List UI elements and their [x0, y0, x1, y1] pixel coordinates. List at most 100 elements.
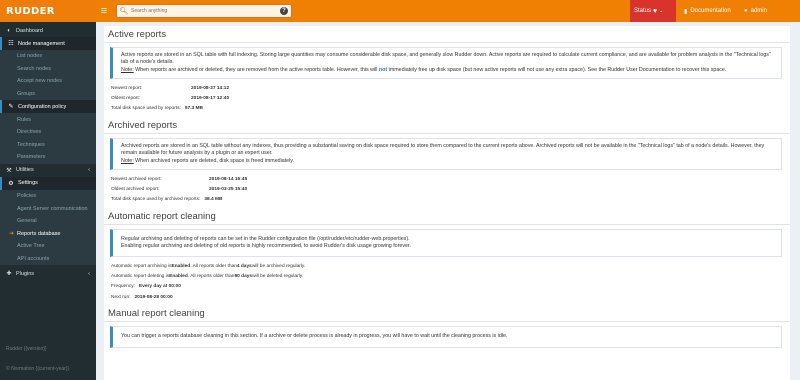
archived-disk-space-row: Total disk space used by archived report…: [104, 194, 790, 204]
archived-reports-info: Archived reports are stored in an SQL ta…: [110, 137, 782, 170]
note-emphasis: not: [378, 66, 388, 73]
puzzle-icon: ✚: [6, 271, 12, 278]
sidebar-subitem-active-tree[interactable]: Active Tree: [0, 240, 96, 253]
sidebar-subitem-groups[interactable]: Groups: [0, 87, 96, 101]
sidebar-item-configuration-policy[interactable]: ✎ Configuration policy: [0, 100, 96, 114]
sidebar-subitem-search-nodes[interactable]: Search nodes: [0, 62, 96, 76]
book-icon: ▮: [684, 8, 688, 15]
sidebar-subitem-policies[interactable]: Policies: [0, 189, 96, 203]
sidebar-item-label: Dashboard: [16, 27, 43, 34]
sidebar-subitem-directives[interactable]: Directives: [0, 125, 96, 139]
manual-cleaning-info: You can trigger a reports database clean…: [110, 326, 782, 348]
sidebar-subitem-general[interactable]: General: [0, 214, 96, 228]
frequency-row: Frequency: Every day at 00:00: [104, 282, 790, 292]
heartbeat-icon: ♥: [653, 7, 658, 15]
field-value: 38.4 MB: [204, 196, 223, 202]
next-run-row: Next run: 2019-08-28 00:00: [104, 292, 790, 302]
user-label: admin: [750, 8, 767, 14]
chevron-left-icon: ‹: [88, 270, 90, 277]
sidebar-item-utilities[interactable]: ⚒ Utilities ‹: [0, 164, 96, 177]
dashboard-icon: ◐: [7, 27, 11, 34]
automatic-cleaning-info: Regular archiving and deleting of report…: [110, 228, 782, 258]
note-text: immediately free up disk space (but new …: [387, 66, 727, 73]
sidebar-subitem-parameters[interactable]: Parameters: [0, 151, 96, 164]
recommendation-text: Enabling regular archiving and deleting …: [121, 242, 411, 249]
deleting-state: Enabled: [169, 274, 188, 280]
sidebar-footer-copyright: © Normation {{current-year}}: [6, 366, 70, 372]
field-value: 57.3 MB: [184, 106, 203, 112]
note-text: When reports are archived or deleted, th…: [133, 66, 379, 73]
active-reports-text: Active reports are stored in an SQL tabl…: [121, 52, 771, 66]
status-label: Status: [634, 8, 652, 14]
sidebar-subitem-list-nodes[interactable]: List nodes: [0, 50, 96, 63]
search-icon: 🔍︎: [119, 8, 129, 15]
active-reports-info: Active reports are stored in an SQL tabl…: [110, 47, 782, 80]
field-value: Every day at 00:00: [139, 284, 181, 290]
sidebar-subitem-techniques[interactable]: Techniques: [0, 138, 96, 152]
sidebar-item-dashboard[interactable]: ◐ Dashboard: [0, 24, 96, 37]
sidebar-subitem-reports-database[interactable]: ➜ Reports database: [0, 227, 96, 241]
deleting-days: 90 days: [234, 274, 253, 280]
note-label: Note:: [121, 157, 134, 164]
automatic-cleaning-title: Automatic report cleaning: [104, 208, 790, 225]
sidebar-item-node-management[interactable]: ☷ Node management: [0, 37, 96, 50]
field-label: Oldest report:: [111, 96, 141, 101]
sidebar-item-settings[interactable]: ⚙ Settings: [0, 176, 96, 190]
sidebar-subitem-rules[interactable]: Rules: [0, 113, 96, 126]
archiving-state: Enabled: [171, 263, 191, 269]
disk-space-row: Total disk space used by reports: 57.3 MB: [104, 104, 790, 114]
active-reports-title: Active reports: [104, 26, 790, 43]
documentation-link[interactable]: ▮ Documentation: [684, 0, 731, 22]
field-label: Oldest archived report:: [111, 186, 160, 192]
search-input[interactable]: [131, 5, 271, 17]
sidebar: ◐ Dashboard ☷ Node management List nodes…: [0, 22, 96, 380]
sidebar-item-label: Settings: [18, 180, 38, 187]
sidebar-item-plugins[interactable]: ✚ Plugins ‹: [0, 267, 96, 280]
sidebar-item-label: Configuration policy: [18, 103, 67, 110]
main-content: Active reports Active reports are stored…: [104, 26, 790, 380]
text: . All reports older than: [190, 263, 237, 269]
text: will be archived regularly.: [251, 263, 306, 269]
help-icon[interactable]: ?: [280, 7, 288, 15]
gear-icon: ⚙: [8, 180, 14, 187]
field-label: Total disk space used by archived report…: [111, 196, 201, 202]
top-navbar: RUDDER ≡ 🔍︎ ? Status ♥ ⌄ ▮ Documentation…: [0, 0, 800, 22]
field-value: 2019-08-27 14:12: [191, 85, 230, 91]
sidebar-toggle-icon[interactable]: ≡: [98, 5, 110, 17]
rudder-logo[interactable]: RUDDER: [0, 0, 96, 22]
search-box: 🔍︎ ?: [116, 4, 292, 18]
text: Automatic report deleting is: [111, 274, 170, 280]
sidebar-subitem-agent-server-communication[interactable]: Agent Server communication: [0, 202, 96, 215]
arrow-right-icon: ➜: [9, 231, 15, 238]
oldest-report-row: Oldest report: 2019-08-17 12:40: [104, 93, 790, 103]
sidebar-subitem-label: Reports database: [17, 230, 61, 237]
sidebar-subitem-api-accounts[interactable]: API accounts: [0, 252, 96, 266]
manual-cleaning-text: You can trigger a reports database clean…: [121, 333, 508, 340]
config-file-text: Regular archiving and deleting of report…: [121, 235, 410, 242]
field-label: Total disk space used by reports:: [111, 106, 181, 112]
archiving-days: 4 days: [236, 263, 252, 269]
field-value: 2019-03-25 15:40: [209, 186, 248, 192]
archived-reports-title: Archived reports: [104, 117, 790, 134]
field-value: 2019-08-28 00:00: [134, 294, 173, 300]
status-menu[interactable]: Status ♥ ⌄: [630, 0, 676, 22]
field-label: Frequency:: [111, 284, 135, 290]
auto-deleting-row: Automatic report deleting is Enabled. Al…: [104, 272, 790, 282]
user-menu[interactable]: ● admin: [744, 0, 767, 22]
note-text: When archived reports are deleted, disk …: [133, 157, 295, 164]
sidebar-footer-version: Rudder {{version}}: [6, 346, 47, 352]
sidebar-item-label: Plugins: [16, 270, 35, 277]
sidebar-item-label: Node management: [18, 40, 65, 47]
note-label: Note:: [121, 66, 134, 73]
newest-report-row: Newest report: 2019-08-27 14:12: [104, 83, 790, 93]
field-label: Newest archived report:: [111, 176, 162, 182]
newest-archived-row: Newest archived report: 2019-08-14 16:45: [104, 174, 790, 184]
sidebar-subitem-accept-new-nodes[interactable]: Accept new nodes: [0, 75, 96, 88]
sitemap-icon: ☷: [8, 41, 14, 47]
archived-reports-text: Archived reports are stored in an SQL ta…: [121, 142, 765, 157]
documentation-label: Documentation: [690, 8, 731, 14]
field-value: 2019-08-17 12:40: [191, 96, 230, 101]
field-label: Newest report:: [111, 85, 143, 91]
text: will be deleted regularly.: [252, 274, 304, 280]
text: . All reports older than: [187, 274, 235, 280]
